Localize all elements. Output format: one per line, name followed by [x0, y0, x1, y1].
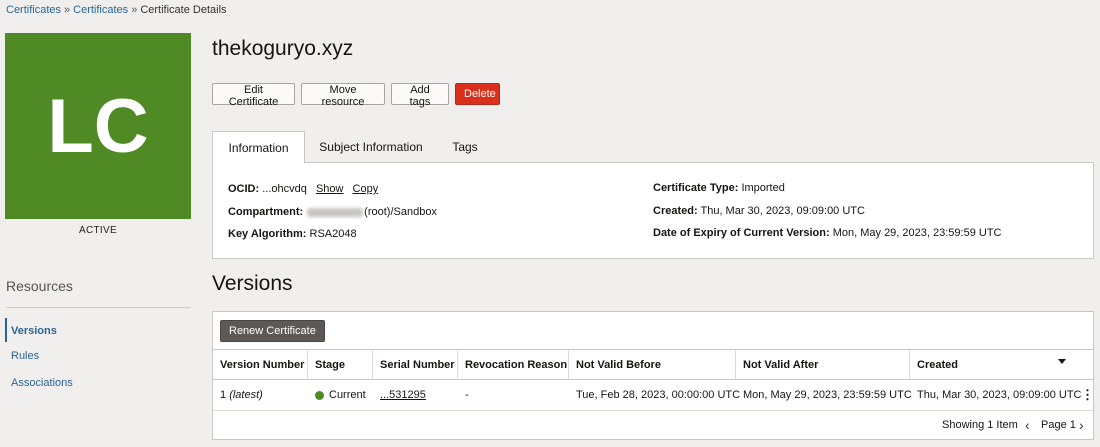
resources-title: Resources	[6, 278, 73, 294]
ocid-value: ...ohcvdq	[262, 183, 307, 195]
information-panel: OCID: ...ohcvdq Show Copy Compartment: (r…	[212, 162, 1094, 259]
column-header-not-valid-before[interactable]: Not Valid Before	[569, 349, 736, 380]
delete-button[interactable]: Delete	[455, 83, 500, 105]
version-latest-note: (latest)	[229, 389, 263, 401]
expiry-label: Date of Expiry of Current Version:	[653, 227, 830, 239]
copy-ocid-link[interactable]: Copy	[353, 183, 379, 195]
column-header-created-label: Created	[917, 358, 958, 371]
page-title: thekoguryo.xyz	[212, 37, 354, 60]
breadcrumb: Certificates» Certificates» Certificate De…	[6, 4, 227, 16]
column-header-stage[interactable]: Stage	[308, 349, 373, 380]
tab-tags[interactable]: Tags	[441, 131, 489, 162]
breadcrumb-current: Certificate Details	[140, 4, 227, 16]
column-header-revocation-reason[interactable]: Revocation Reason	[458, 349, 569, 380]
created-row: Created: Thu, Mar 30, 2023, 09:09:00 UTC	[653, 205, 865, 217]
version-number: 1	[220, 389, 227, 401]
kebab-icon[interactable]: ⋮	[1078, 380, 1094, 410]
certificate-type-value: Imported	[741, 182, 785, 194]
breadcrumb-certificates-link[interactable]: Certificates	[6, 4, 61, 16]
created-value: Thu, Mar 30, 2023, 09:09:00 UTC	[700, 205, 865, 217]
cell-revocation-reason: -	[465, 389, 469, 401]
cell-not-valid-before: Tue, Feb 28, 2023, 00:00:00 UTC	[576, 389, 741, 401]
page-indicator: Page 1	[1041, 419, 1076, 431]
chevron-left-icon[interactable]: ‹	[1025, 417, 1030, 433]
created-label: Created:	[653, 205, 698, 217]
edit-certificate-button[interactable]: Edit Certificate	[212, 83, 295, 108]
column-header-created[interactable]: Created	[910, 349, 1093, 380]
cell-stage: Current	[308, 380, 373, 410]
renew-certificate-button[interactable]: Renew Certificate	[220, 320, 325, 342]
avatar-initials: LC	[47, 83, 149, 169]
certificate-type-label: Certificate Type:	[653, 182, 739, 194]
cell-version-number: 1 (latest)	[213, 380, 308, 410]
expiry-row: Date of Expiry of Current Version: Mon, …	[653, 227, 1001, 239]
breadcrumb-certificates-link-2[interactable]: Certificates	[73, 4, 128, 16]
resource-item-rules[interactable]: Rules	[11, 350, 39, 362]
resource-item-associations[interactable]: Associations	[11, 377, 73, 389]
ocid-row: OCID: ...ohcvdq Show Copy	[228, 183, 378, 195]
add-tags-button[interactable]: Add tags	[391, 83, 449, 108]
resources-divider	[6, 307, 190, 308]
column-header-not-valid-after[interactable]: Not Valid After	[736, 349, 910, 380]
stage-value: Current	[329, 389, 366, 401]
ocid-label: OCID:	[228, 183, 260, 195]
key-algorithm-value: RSA2048	[309, 228, 357, 240]
chevron-right-icon[interactable]: ›	[1079, 417, 1084, 433]
breadcrumb-separator: »	[64, 4, 71, 16]
cell-serial-number: ...531295	[373, 380, 458, 410]
certificate-type-row: Certificate Type: Imported	[653, 182, 785, 194]
key-algorithm-row: Key Algorithm: RSA2048	[228, 228, 357, 240]
tab-subject-information[interactable]: Subject Information	[311, 131, 431, 162]
compartment-value: (root)/Sandbox	[364, 206, 437, 218]
versions-title: Versions	[212, 272, 293, 295]
serial-number-link[interactable]: ...531295	[380, 389, 426, 401]
table-row-divider	[213, 410, 1093, 411]
expiry-value: Mon, May 29, 2023, 23:59:59 UTC	[832, 227, 1002, 239]
status-label: ACTIVE	[79, 225, 117, 236]
breadcrumb-separator: »	[131, 4, 138, 16]
tab-information[interactable]: Information	[212, 131, 305, 163]
status-dot-icon	[315, 390, 324, 400]
column-header-version-number[interactable]: Version Number	[213, 349, 308, 380]
cell-not-valid-after: Mon, May 29, 2023, 23:59:59 UTC	[743, 389, 912, 401]
column-header-serial-number[interactable]: Serial Number	[373, 349, 458, 380]
caret-down-icon[interactable]	[1058, 359, 1066, 364]
show-ocid-link[interactable]: Show	[316, 183, 344, 195]
redacted-text	[307, 207, 364, 217]
key-algorithm-label: Key Algorithm:	[228, 228, 307, 240]
compartment-row: Compartment: (root)/Sandbox	[228, 206, 437, 218]
compartment-label: Compartment:	[228, 206, 304, 218]
showing-count: Showing 1 Item	[942, 419, 1018, 431]
avatar: LC	[5, 33, 191, 219]
versions-panel: Renew Certificate Version Number Stage S…	[212, 311, 1094, 440]
move-resource-button[interactable]: Move resource	[301, 83, 385, 108]
resource-active-indicator	[5, 318, 7, 342]
cell-created: Thu, Mar 30, 2023, 09:09:00 UTC	[917, 389, 1082, 401]
resource-item-versions[interactable]: Versions	[11, 325, 57, 337]
